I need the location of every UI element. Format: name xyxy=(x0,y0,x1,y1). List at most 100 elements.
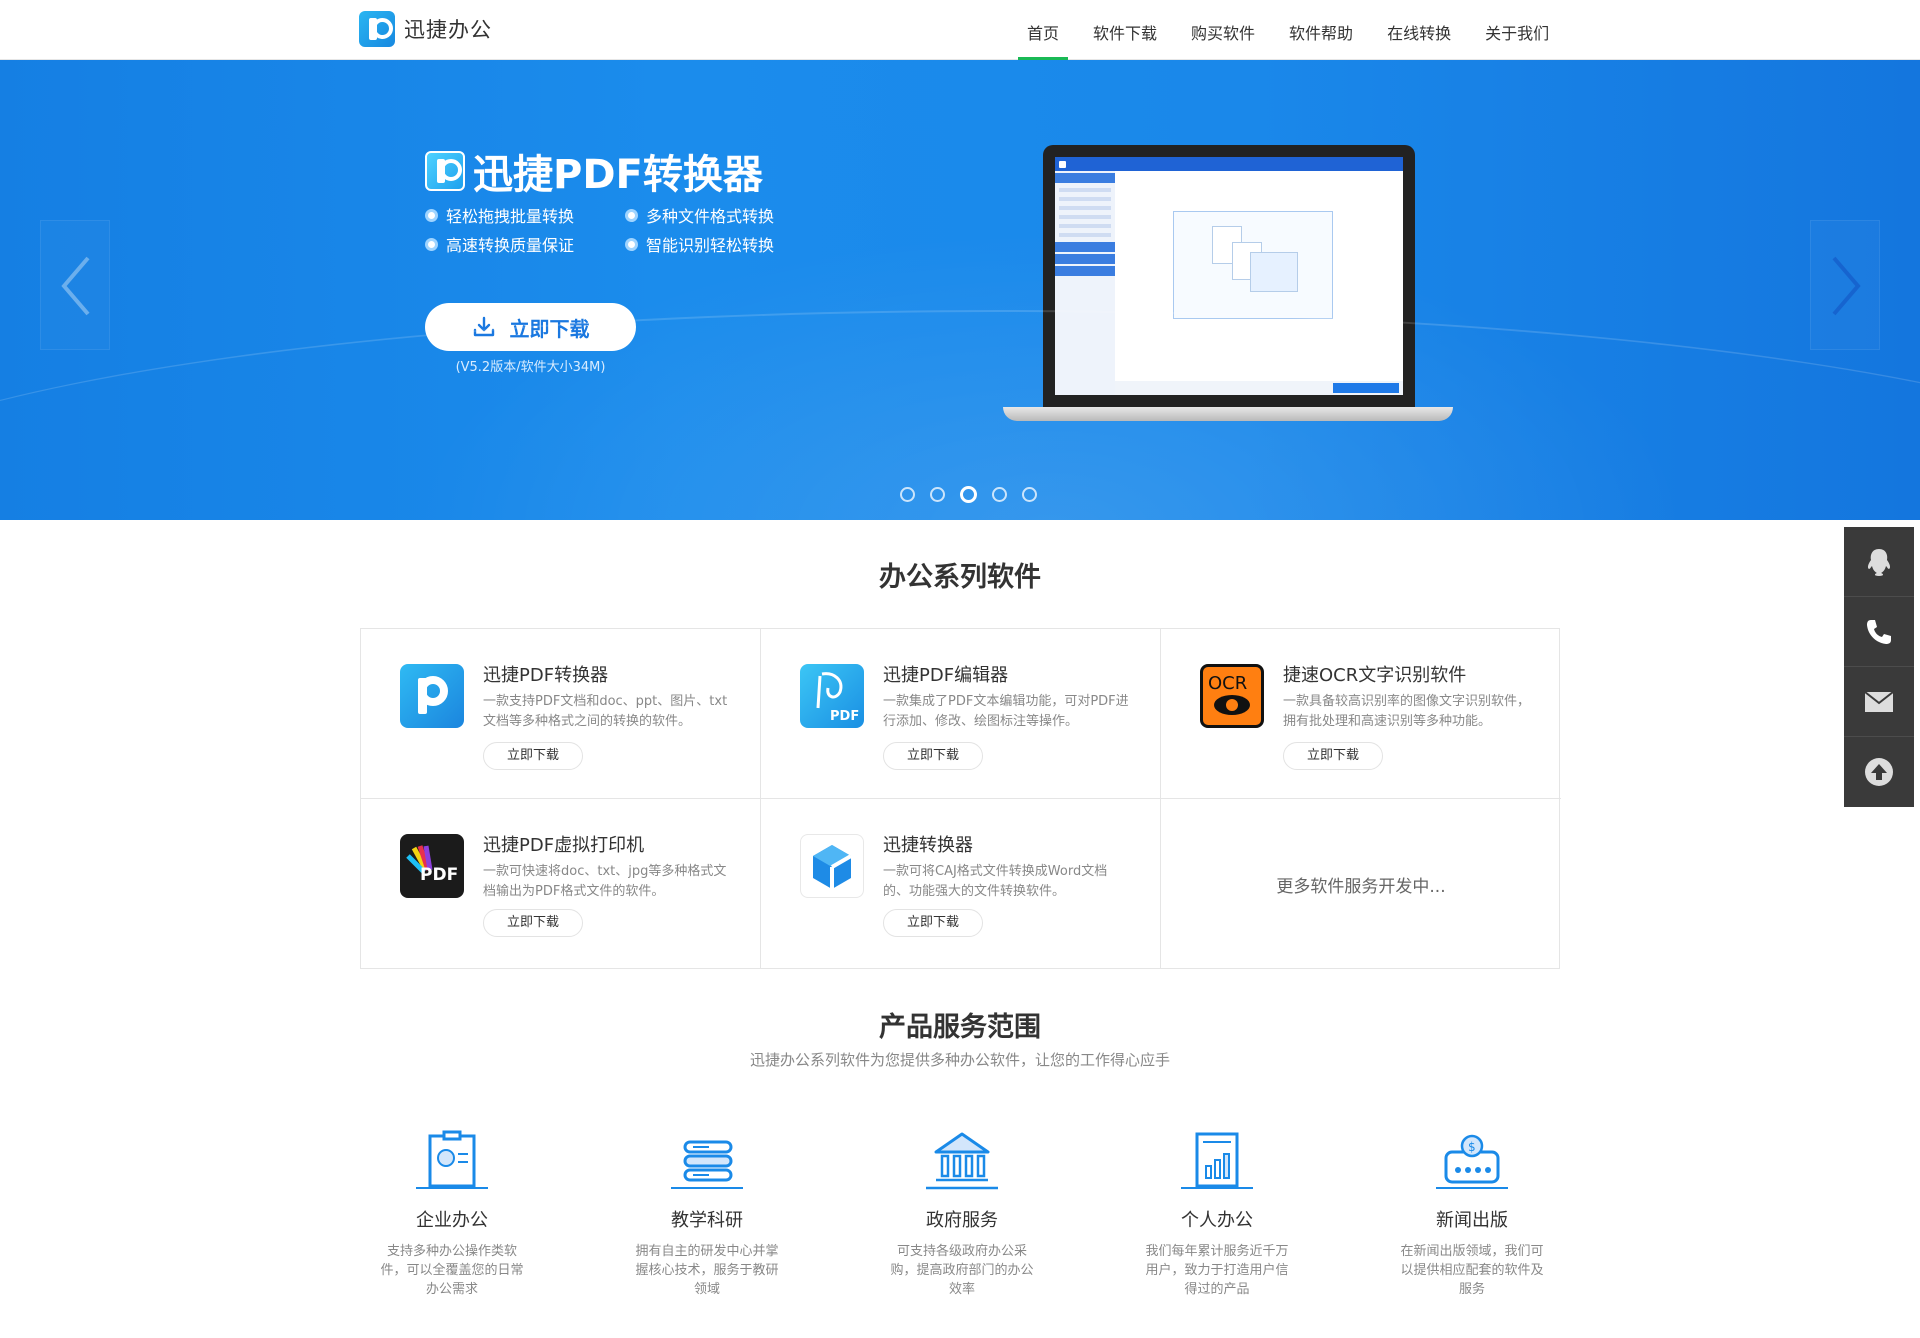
nav-about-us[interactable]: 关于我们 xyxy=(1468,0,1566,60)
software-card: 迅捷PDF转换器 一款支持PDF文档和doc、ppt、图片、txt文档等多种格式… xyxy=(361,629,761,799)
nav-online-convert[interactable]: 在线转换 xyxy=(1370,0,1468,60)
laptop-screenshot xyxy=(1003,145,1453,421)
floating-contact-bar xyxy=(1844,527,1914,807)
software-card: PDF 迅捷PDF编辑器 一款集成了PDF文本编辑功能，可对PDF进行添加、修改… xyxy=(761,629,1161,799)
back-to-top-button[interactable] xyxy=(1844,737,1914,807)
bullet-icon xyxy=(425,237,438,251)
more-software-text: 更多软件服务开发中... xyxy=(1276,876,1446,897)
qq-icon xyxy=(1867,548,1891,576)
personal-icon xyxy=(1179,1130,1255,1190)
service-item: 企业办公 支持多种办公操作类软件，可以全覆盖您的日常办公需求 xyxy=(372,1130,532,1299)
mail-icon xyxy=(1864,690,1894,712)
ocr-icon: OCR xyxy=(1200,664,1264,728)
banner-version-info: (V5.2版本/软件大小34M) xyxy=(455,360,606,375)
svg-text:$: $ xyxy=(1468,1140,1476,1154)
carousel-prev-button[interactable] xyxy=(40,220,110,350)
service-desc: 我们每年累计服务近千万用户，致力于打造用户信得过的产品 xyxy=(1145,1244,1289,1297)
software-download-button[interactable]: 立即下载 xyxy=(483,909,583,937)
phone-button[interactable] xyxy=(1844,597,1914,667)
software-desc: 一款集成了PDF文本编辑功能，可对PDF进行添加、修改、绘图标注等操作。 xyxy=(883,694,1129,729)
software-download-button[interactable]: 立即下载 xyxy=(1283,742,1383,770)
nav-software-download[interactable]: 软件下载 xyxy=(1076,0,1174,60)
svg-text:PDF: PDF xyxy=(420,865,458,885)
software-name[interactable]: 迅捷PDF编辑器 xyxy=(883,661,1008,687)
service-item: 个人办公 我们每年累计服务近千万用户，致力于打造用户信得过的产品 xyxy=(1137,1130,1297,1299)
pdf-printer-icon: PDF xyxy=(400,834,464,898)
carousel-dot-active[interactable] xyxy=(960,486,977,503)
software-name[interactable]: 迅捷PDF虚拟打印机 xyxy=(483,831,644,857)
banner-feature: 智能识别轻松转换 xyxy=(625,234,825,255)
software-name[interactable]: 捷速OCR文字识别软件 xyxy=(1283,661,1466,687)
service-desc: 拥有自主的研发中心并掌握核心技术，服务于教研领域 xyxy=(635,1244,779,1297)
software-card: OCR 捷速OCR文字识别软件 一款具备较高识别率的图像文字识别软件，拥有批处理… xyxy=(1161,629,1561,799)
software-name[interactable]: 迅捷PDF转换器 xyxy=(483,661,608,687)
service-name: 新闻出版 xyxy=(1436,1210,1508,1231)
carousel-dot[interactable] xyxy=(1022,487,1037,502)
banner-title-text: 迅捷PDF转换器 xyxy=(473,152,763,198)
logo-text: 迅捷办公 xyxy=(404,18,492,42)
banner-download-label: 立即下载 xyxy=(509,316,590,341)
email-button[interactable] xyxy=(1844,667,1914,737)
government-icon xyxy=(924,1130,1000,1190)
publishing-icon: $ xyxy=(1434,1130,1510,1190)
svg-text:PDF: PDF xyxy=(830,709,859,724)
banner-features: 轻松拖拽批量转换 多种文件格式转换 高速转换质量保证 智能识别轻松转换 xyxy=(425,205,845,255)
svg-text:OCR: OCR xyxy=(1208,673,1247,694)
arrow-up-icon xyxy=(1865,758,1893,786)
carousel-dot[interactable] xyxy=(930,487,945,502)
banner-feature: 轻松拖拽批量转换 xyxy=(425,205,625,226)
software-desc: 一款具备较高识别率的图像文字识别软件，拥有批处理和高速识别等多种功能。 xyxy=(1283,694,1531,729)
nav-buy-software[interactable]: 购买软件 xyxy=(1174,0,1272,60)
service-name: 企业办公 xyxy=(416,1210,488,1231)
service-item: 政府服务 可支持各级政府办公采购，提高政府部门的办公效率 xyxy=(882,1130,1042,1299)
software-download-button[interactable]: 立即下载 xyxy=(883,909,983,937)
software-name[interactable]: 迅捷转换器 xyxy=(883,831,973,857)
service-name: 教学科研 xyxy=(671,1210,743,1231)
software-desc: 一款可将CAJ格式文件转换成Word文档的、功能强大的文件转换软件。 xyxy=(883,864,1108,899)
software-grid: 迅捷PDF转换器 一款支持PDF文档和doc、ppt、图片、txt文档等多种格式… xyxy=(360,628,1561,969)
drop-area xyxy=(1173,211,1333,319)
service-desc: 在新闻出版领域，我们可以提供相应配套的软件及服务 xyxy=(1400,1244,1544,1297)
chevron-left-icon xyxy=(61,256,90,316)
service-name: 政府服务 xyxy=(926,1210,998,1231)
site-header: 迅捷办公 首页 软件下载 购买软件 软件帮助 在线转换 关于我们 xyxy=(0,0,1920,60)
carousel-dots xyxy=(900,486,1052,503)
nav-software-help[interactable]: 软件帮助 xyxy=(1272,0,1370,60)
service-section-title: 产品服务范围 xyxy=(879,1012,1041,1043)
software-card: PDF 迅捷PDF虚拟打印机 一款可快速将doc、txt、jpg等多种格式文档输… xyxy=(361,799,761,969)
software-desc: 一款可快速将doc、txt、jpg等多种格式文档输出为PDF格式文件的软件。 xyxy=(483,864,727,899)
carousel-dot[interactable] xyxy=(992,487,1007,502)
bullet-icon xyxy=(625,237,638,251)
qq-button[interactable] xyxy=(1844,527,1914,597)
banner-download-button[interactable]: 立即下载 xyxy=(425,303,636,351)
logo-icon xyxy=(359,11,395,47)
phone-icon xyxy=(1867,619,1891,644)
pdf-editor-icon: PDF xyxy=(800,664,864,728)
software-section-title: 办公系列软件 xyxy=(879,562,1041,593)
service-item: 教学科研 拥有自主的研发中心并掌握核心技术，服务于教研领域 xyxy=(627,1130,787,1299)
banner-feature: 高速转换质量保证 xyxy=(425,234,625,255)
chevron-right-icon xyxy=(1832,256,1861,316)
download-icon xyxy=(473,316,494,337)
banner-title: 迅捷PDF转换器 xyxy=(425,142,763,200)
banner-feature: 多种文件格式转换 xyxy=(625,205,825,226)
software-download-button[interactable]: 立即下载 xyxy=(883,742,983,770)
software-more-card: 更多软件服务开发中... xyxy=(1161,799,1561,969)
caj-converter-icon xyxy=(800,834,864,898)
service-item: $ 新闻出版 在新闻出版领域，我们可以提供相应配套的软件及服务 xyxy=(1392,1130,1552,1299)
pdf-converter-logo-icon xyxy=(425,151,465,191)
bullet-icon xyxy=(625,208,638,222)
software-download-button[interactable]: 立即下载 xyxy=(483,742,583,770)
nav-home[interactable]: 首页 xyxy=(1010,0,1076,60)
service-section-subtitle: 迅捷办公系列软件为您提供多种办公软件，让您的工作得心应手 xyxy=(749,1051,1170,1069)
service-name: 个人办公 xyxy=(1181,1210,1253,1231)
carousel-next-button[interactable] xyxy=(1810,220,1880,350)
site-logo[interactable]: 迅捷办公 xyxy=(359,11,492,47)
hero-banner: 迅捷PDF转换器 轻松拖拽批量转换 多种文件格式转换 高速转换质量保证 智能识别… xyxy=(0,60,1920,520)
enterprise-icon xyxy=(414,1130,490,1190)
main-nav: 首页 软件下载 购买软件 软件帮助 在线转换 关于我们 xyxy=(1010,0,1566,60)
software-desc: 一款支持PDF文档和doc、ppt、图片、txt文档等多种格式之间的转换的软件。 xyxy=(483,694,728,729)
bullet-icon xyxy=(425,208,438,222)
carousel-dot[interactable] xyxy=(900,487,915,502)
research-icon xyxy=(669,1130,745,1190)
